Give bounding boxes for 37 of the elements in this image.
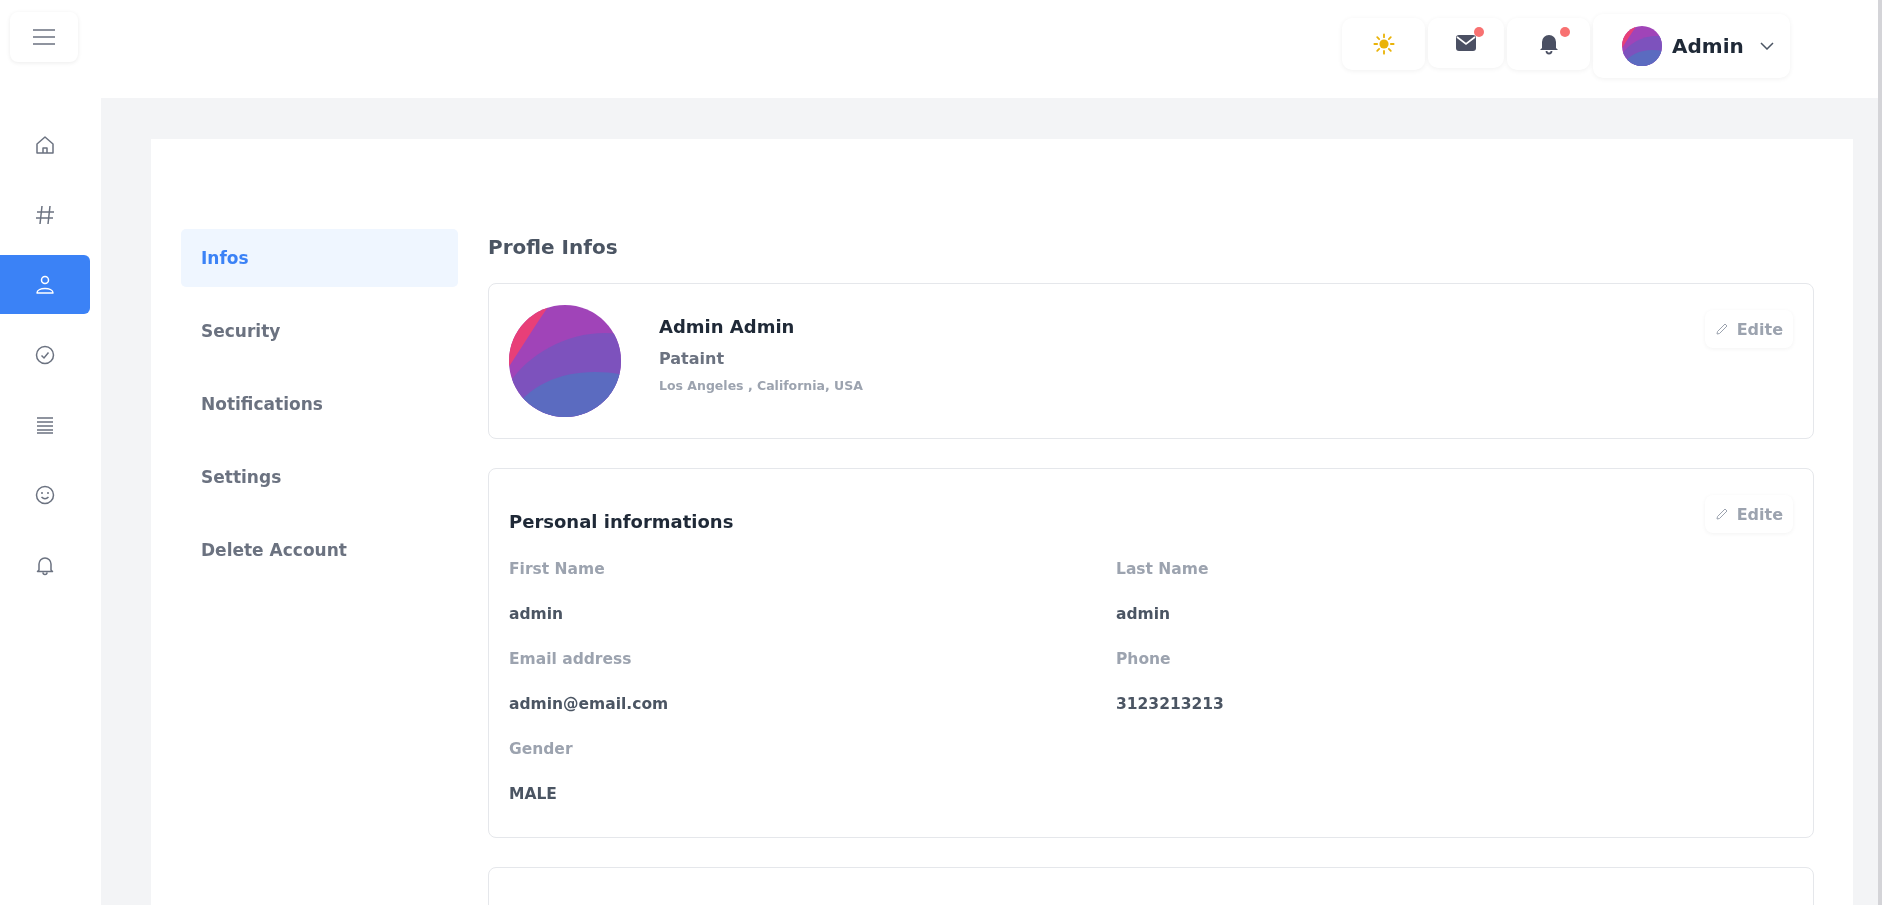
menu-button[interactable] — [10, 12, 78, 62]
edit-button[interactable]: Edite — [1704, 310, 1793, 348]
profile-tab[interactable]: Notifications — [181, 375, 458, 433]
field-label: Phone — [1116, 650, 1172, 670]
field-label: Gender — [509, 740, 574, 760]
profile-tab[interactable]: Delete Account — [181, 521, 458, 579]
pencil-icon — [1714, 322, 1729, 336]
field-value: MALE — [509, 785, 558, 805]
field-value: admin — [509, 605, 565, 625]
profile-tab[interactable]: Infos — [181, 229, 458, 287]
avatar-drawing — [1622, 26, 1662, 66]
mail-icon — [1456, 35, 1476, 51]
section-title: Personal informations — [509, 511, 734, 532]
user-name: Admin — [1672, 34, 1744, 58]
field-value: 3123213213 — [1116, 695, 1225, 715]
chevron-down-icon — [1759, 42, 1774, 50]
field-label: Last Name — [1116, 560, 1210, 580]
field-value: admin — [1116, 605, 1172, 625]
theme-toggle-button[interactable] — [1342, 18, 1425, 70]
sidebar-item[interactable] — [0, 255, 90, 314]
field-label: First Name — [509, 560, 606, 580]
menu-icon — [32, 28, 56, 46]
page-title: Profle Infos — [488, 235, 619, 259]
bell-icon — [1538, 33, 1559, 55]
profile-name: Admin Admin — [659, 316, 796, 337]
sun-icon — [1372, 33, 1395, 55]
edit-button[interactable]: Edite — [1704, 495, 1793, 533]
mail-button[interactable] — [1428, 18, 1504, 68]
field-value: admin@email.com — [509, 695, 670, 715]
field-label: Email address — [509, 650, 633, 670]
user-menu-button[interactable]: Admin — [1593, 14, 1790, 78]
profile-tab[interactable]: Security — [181, 302, 458, 360]
profile-tab[interactable]: Settings — [181, 448, 458, 506]
pencil-icon — [1714, 507, 1729, 521]
profile-location: Los Angeles , California, USA — [659, 378, 863, 393]
profile-role: Pataint — [659, 349, 726, 368]
bell-button[interactable] — [1507, 18, 1590, 70]
